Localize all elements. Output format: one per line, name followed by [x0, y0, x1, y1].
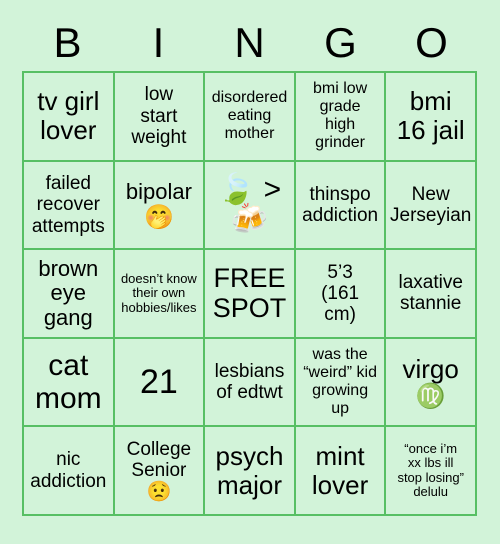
bingo-cell-text: psych major: [215, 440, 284, 500]
bingo-cell-text: College Senior: [126, 438, 192, 482]
bingo-header-letter-o: O: [415, 18, 448, 66]
bingo-cell-r4c2[interactable]: 21: [114, 338, 206, 428]
bingo-cell-text: tv girl lover: [37, 86, 100, 146]
bingo-cell-text: mint lover: [311, 440, 369, 500]
bingo-header-letter-g: G: [324, 18, 357, 66]
bingo-cell-r5c1[interactable]: nic addiction: [24, 427, 115, 516]
bingo-cell-r1c4[interactable]: bmi low grade high grinder: [295, 73, 387, 162]
bingo-cell-text: disordered eating mother: [211, 89, 288, 143]
bingo-cell-r3c3[interactable]: FREE SPOT: [205, 250, 296, 339]
bingo-cell-text: thinspo addiction: [302, 183, 379, 226]
bingo-cell-r1c3[interactable]: disordered eating mother: [205, 73, 296, 162]
bingo-cell-r2c4[interactable]: thinspo addiction: [295, 161, 387, 251]
bingo-header: BINGO: [22, 14, 477, 71]
bingo-cell-r4c4[interactable]: was the “weird” kid growing up: [295, 338, 387, 428]
bingo-cell-emoji-icon: 😟: [146, 481, 172, 504]
bingo-cell-r5c2[interactable]: College Senior 😟: [114, 427, 206, 516]
bingo-cell-text: bmi low grade high grinder: [312, 80, 368, 152]
bingo-header-letter-i: I: [152, 18, 165, 66]
bingo-cell-text: was the “weird” kid growing up: [303, 346, 377, 417]
bingo-header-letter-b: B: [53, 18, 82, 66]
bingo-cell-r2c5[interactable]: New Jerseyian: [386, 161, 477, 251]
bingo-cell-r3c4[interactable]: 5’3 (161 cm): [295, 250, 387, 339]
bingo-cell-emoji-icon: 🤭: [143, 203, 174, 231]
bingo-cell-r2c2[interactable]: bipolar 🤭: [114, 161, 206, 251]
bingo-cell-text: bmi 16 jail: [396, 86, 465, 146]
bingo-header-letter-n: N: [234, 18, 265, 66]
bingo-cell-text: 5’3 (161 cm): [321, 261, 360, 326]
bingo-cell-r4c1[interactable]: cat mom: [24, 338, 115, 428]
bingo-cell-emoji-icon: ♍: [415, 383, 446, 411]
bingo-cell-r5c4[interactable]: mint lover: [295, 427, 387, 516]
bingo-cell-text: virgo: [402, 354, 459, 385]
bingo-grid: tv girl lover low start weight disordered …: [22, 71, 477, 516]
bingo-cell-text: failed recover attempts: [31, 172, 105, 237]
bingo-cell-r4c5[interactable]: virgo ♍: [386, 338, 477, 428]
bingo-cell-text: brown eye gang: [38, 255, 99, 330]
bingo-cell-text: cat mom: [34, 348, 102, 416]
bingo-cell-r5c3[interactable]: psych major: [205, 427, 296, 516]
bingo-cell-r3c5[interactable]: laxative stannie: [386, 250, 477, 339]
bingo-cell-r2c3[interactable]: 🍃 > 🍻: [205, 161, 296, 251]
bingo-cell-text: 21: [139, 363, 178, 402]
bingo-cell-text: nic addiction: [30, 449, 107, 492]
bingo-cell-text: New Jerseyian: [390, 183, 472, 226]
bingo-cell-text: FREE SPOT: [212, 263, 287, 324]
bingo-cell-r5c5[interactable]: “once i’m xx lbs ill stop losing” delulu: [386, 427, 477, 516]
bingo-card: B I N G O tv girl lover low start weight disor…: [0, 0, 500, 544]
bingo-cell-text: laxative stannie: [398, 272, 463, 315]
bingo-cell-r3c2[interactable]: doesn’t know their own hobbies/likes: [114, 250, 206, 339]
bingo-cell-r1c2[interactable]: low start weight: [114, 73, 206, 162]
bingo-cell-r2c1[interactable]: failed recover attempts: [24, 161, 115, 251]
bingo-cell-text: lesbians of edtwt: [214, 360, 285, 404]
bingo-cell-r4c3[interactable]: lesbians of edtwt: [205, 338, 296, 428]
bingo-cell-text: low start weight: [131, 84, 187, 148]
bingo-cell-emoji-icon: 🍃 > 🍻: [217, 173, 282, 237]
bingo-cell-text: bipolar: [125, 179, 192, 205]
bingo-cell-r1c5[interactable]: bmi 16 jail: [386, 73, 477, 162]
bingo-cell-text: “once i’m xx lbs ill stop losing” delulu: [397, 440, 464, 500]
bingo-cell-text: doesn’t know their own hobbies/likes: [120, 270, 197, 315]
bingo-cell-r1c1[interactable]: tv girl lover: [24, 73, 115, 162]
bingo-cell-r3c1[interactable]: brown eye gang: [24, 250, 115, 339]
